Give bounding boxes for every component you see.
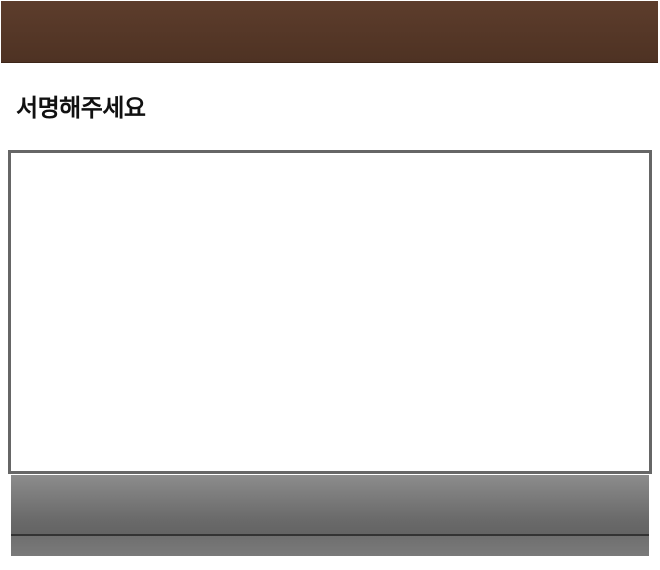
action-bar-footer [11,536,649,556]
signature-action-bar[interactable] [11,475,649,556]
top-bar [1,1,658,63]
page-title: 서명해주세요 [16,94,146,122]
signature-pad[interactable] [8,150,652,474]
signature-page: 서명해주세요 [0,0,660,570]
